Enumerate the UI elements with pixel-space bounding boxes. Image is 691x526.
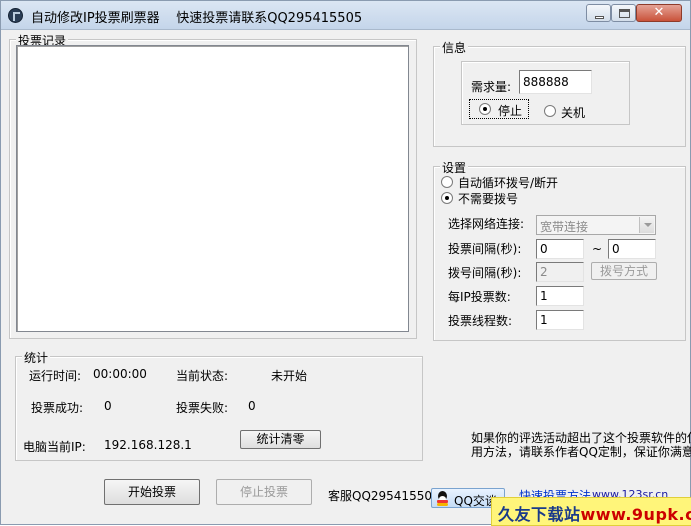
success-value: 0	[104, 399, 112, 413]
title-bar[interactable]: 自动修改IP投票刷票器 快速投票请联系QQ295415505 ✕	[1, 1, 690, 30]
demand-input[interactable]	[519, 70, 592, 94]
vote-log-list[interactable]	[16, 45, 409, 332]
download-site-watermark: 久友下载站www.9upk.com	[491, 497, 691, 526]
stop-radio-label[interactable]: 停止	[498, 102, 522, 119]
watermark-name: 久友下载站	[498, 505, 581, 524]
votes-per-ip-input[interactable]	[536, 286, 584, 306]
vote-interval-label: 投票间隔(秒):	[448, 242, 522, 256]
run-time-label: 运行时间:	[29, 369, 82, 383]
network-select-value: 宽带连接	[540, 220, 589, 234]
minimize-icon	[595, 16, 604, 19]
success-label: 投票成功:	[31, 401, 84, 415]
watermark-url: www.9upk.com	[580, 505, 691, 524]
ip-label: 电脑当前IP:	[23, 440, 86, 454]
window-title-contact: 快速投票请联系QQ295415505	[176, 11, 363, 26]
stop-radio[interactable]	[479, 103, 491, 115]
votes-per-ip-label: 每IP投票数:	[448, 290, 511, 304]
main-window: 自动修改IP投票刷票器 快速投票请联系QQ295415505 ✕ 投票记录 信息…	[0, 0, 691, 526]
dial-interval-label: 拨号间隔(秒):	[448, 266, 522, 280]
run-time-value: 00:00:00	[93, 367, 147, 381]
maximize-icon	[619, 9, 630, 18]
ip-value: 192.168.128.1	[104, 438, 192, 452]
custom-note: 如果你的评选活动超出了这个投票软件的使用方法，请联系作者QQ定制，保证你满意	[471, 431, 691, 459]
threads-label: 投票线程数:	[448, 314, 513, 328]
watermark-text: 久友下载站www.9upk.com	[498, 501, 691, 525]
dial-interval-input[interactable]	[536, 262, 584, 282]
fail-value: 0	[248, 399, 256, 413]
info-legend: 信息	[440, 39, 469, 56]
stats-legend: 统计	[22, 349, 51, 366]
qq-penguin-icon	[436, 491, 449, 506]
threads-input[interactable]	[536, 310, 584, 330]
close-icon: ✕	[653, 5, 665, 20]
status-label: 当前状态:	[176, 369, 229, 383]
chevron-down-icon	[639, 217, 654, 233]
auto-dial-label[interactable]: 自动循环拨号/断开	[458, 174, 558, 191]
dial-mode-button[interactable]: 拨号方式	[591, 262, 657, 280]
shutdown-radio-label[interactable]: 关机	[561, 104, 585, 121]
window-title: 自动修改IP投票刷票器 快速投票请联系QQ295415505	[31, 7, 362, 26]
vote-interval-to-input[interactable]	[608, 239, 656, 259]
no-dial-radio[interactable]	[441, 192, 453, 204]
vote-interval-from-input[interactable]	[536, 239, 584, 259]
demand-label: 需求量:	[471, 80, 512, 94]
auto-dial-radio[interactable]	[441, 176, 453, 188]
vote-interval-separator: ~	[592, 242, 603, 256]
no-dial-label[interactable]: 不需要拨号	[458, 190, 518, 207]
network-label: 选择网络连接:	[448, 217, 525, 231]
close-button[interactable]: ✕	[636, 4, 682, 22]
status-value: 未开始	[271, 369, 308, 383]
app-icon	[8, 8, 23, 23]
fail-label: 投票失败:	[176, 401, 229, 415]
support-qq-text: 客服QQ295415505	[328, 489, 440, 503]
minimize-button[interactable]	[586, 4, 611, 22]
maximize-button[interactable]	[611, 4, 636, 22]
stop-vote-button[interactable]: 停止投票	[216, 479, 312, 505]
window-title-name: 自动修改IP投票刷票器	[31, 11, 160, 26]
clear-stats-button[interactable]: 统计清零	[240, 430, 321, 449]
network-select[interactable]: 宽带连接	[536, 215, 656, 235]
start-vote-button[interactable]: 开始投票	[104, 479, 200, 505]
shutdown-radio[interactable]	[544, 105, 556, 117]
